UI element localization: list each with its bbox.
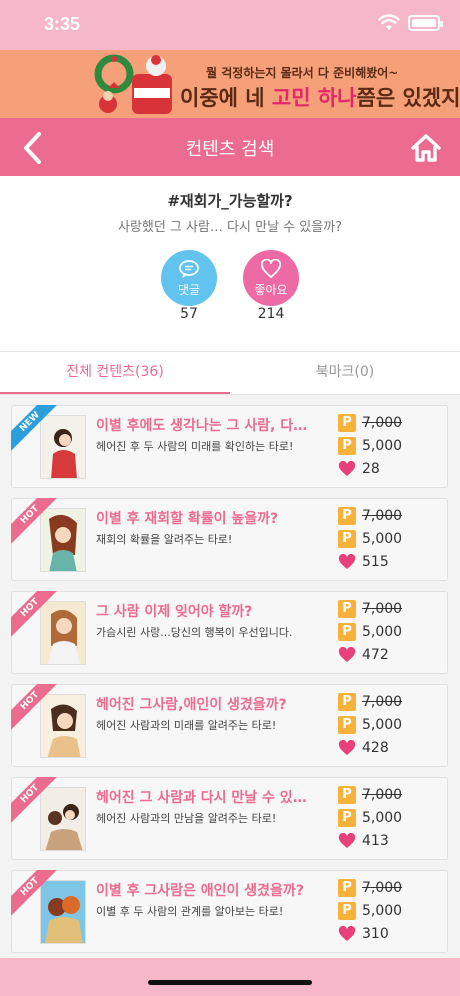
point-icon: P bbox=[338, 529, 356, 548]
sale-price: 5,000 bbox=[362, 530, 403, 547]
item-description: 헤어진 사람과의 미래를 알려주는 타로! bbox=[96, 719, 277, 732]
point-icon: P bbox=[338, 785, 356, 804]
point-icon: P bbox=[338, 506, 356, 525]
banner-tagline: 뭘 걱정하는지 몰라서 다 준비해봤어~ bbox=[206, 66, 399, 80]
hot-badge: HOT bbox=[11, 777, 57, 823]
point-icon: P bbox=[338, 599, 356, 618]
comment-button[interactable]: 댓글 bbox=[161, 250, 217, 306]
hot-badge: HOT bbox=[11, 591, 57, 637]
content-list: NEW 이별 후에도 생각나는 그 사람, 다시… 헤어진 후 두 사람의 미래… bbox=[0, 395, 460, 958]
item-like-count: 28 bbox=[362, 460, 380, 477]
point-icon: P bbox=[338, 436, 356, 455]
item-like-count: 515 bbox=[362, 553, 389, 570]
bottom-bar bbox=[0, 958, 460, 996]
like-button[interactable]: 좋아요 bbox=[243, 250, 299, 306]
original-price: 7,000 bbox=[362, 693, 403, 710]
heart-icon bbox=[338, 460, 356, 476]
tab-bookmark[interactable]: 북마크(0) bbox=[230, 352, 460, 394]
item-description: 이별 후 두 사람의 관계를 알아보는 타로! bbox=[96, 905, 284, 918]
item-like-count: 472 bbox=[362, 646, 389, 663]
topic-subtitle: 사랑했던 그 사람… 다시 만날 수 있을까? bbox=[117, 220, 343, 235]
home-icon bbox=[411, 134, 441, 162]
item-pricing: P 7,000 P 5,000 28 bbox=[338, 411, 438, 480]
comment-label: 댓글 bbox=[177, 282, 201, 297]
topic-header: #재회가_가능할까? 사랑했던 그 사람… 다시 만날 수 있을까? 댓글 57… bbox=[0, 176, 460, 351]
item-pricing: P 7,000 P 5,000 515 bbox=[338, 504, 438, 573]
list-item[interactable]: HOT 이별 후 재회할 확률이 높을까? 재회의 확률을 알려주는 타로! P… bbox=[11, 498, 448, 581]
sale-price: 5,000 bbox=[362, 437, 403, 454]
hot-badge: HOT bbox=[11, 498, 57, 544]
sale-price: 5,000 bbox=[362, 716, 403, 733]
heart-icon bbox=[338, 739, 356, 755]
item-title: 헤어진 그사람,애인이 생겼을까? bbox=[96, 697, 287, 713]
new-badge: NEW bbox=[11, 405, 57, 451]
list-item[interactable]: NEW 이별 후에도 생각나는 그 사람, 다시… 헤어진 후 두 사람의 미래… bbox=[11, 405, 448, 488]
original-price: 7,000 bbox=[362, 507, 403, 524]
tab-all-contents[interactable]: 전체 컨텐츠(36) bbox=[0, 352, 230, 394]
item-title: 그 사람 이제 잊어야 할까? bbox=[96, 604, 253, 620]
page-title: 컨텐츠 검색 bbox=[185, 139, 275, 160]
heart-icon bbox=[338, 925, 356, 941]
point-icon: P bbox=[338, 808, 356, 827]
topic-hashtag: #재회가_가능할까? bbox=[167, 192, 293, 210]
nav-bar: 컨텐츠 검색 bbox=[0, 118, 460, 176]
sale-price: 5,000 bbox=[362, 902, 403, 919]
list-item[interactable]: HOT 이별 후 그사람은 애인이 생겼을까? 이별 후 두 사람의 관계를 알… bbox=[11, 870, 448, 953]
original-price: 7,000 bbox=[362, 879, 403, 896]
battery-icon bbox=[408, 15, 443, 31]
list-item[interactable]: HOT 헤어진 그사람,애인이 생겼을까? 헤어진 사람과의 미래를 알려주는 … bbox=[11, 684, 448, 767]
point-icon: P bbox=[338, 715, 356, 734]
christmas-illustration bbox=[94, 54, 172, 114]
point-icon: P bbox=[338, 413, 356, 432]
status-time: 3:35 bbox=[44, 14, 81, 34]
original-price: 7,000 bbox=[362, 600, 403, 617]
like-label: 좋아요 bbox=[254, 282, 288, 297]
status-icons bbox=[378, 14, 443, 32]
home-indicator[interactable] bbox=[148, 980, 312, 985]
item-title: 이별 후에도 생각나는 그 사람, 다시… bbox=[96, 418, 318, 434]
sale-price: 5,000 bbox=[362, 809, 403, 826]
original-price: 7,000 bbox=[362, 786, 403, 803]
point-icon: P bbox=[338, 622, 356, 641]
item-title: 헤어진 그 사람과 다시 만날 수 있을… bbox=[96, 790, 318, 806]
heart-outline-icon bbox=[261, 258, 281, 278]
item-like-count: 310 bbox=[362, 925, 389, 942]
original-price: 7,000 bbox=[362, 414, 403, 431]
hot-badge: HOT bbox=[11, 870, 57, 916]
item-like-count: 413 bbox=[362, 832, 389, 849]
heart-icon bbox=[338, 832, 356, 848]
hot-badge: HOT bbox=[11, 684, 57, 730]
item-description: 헤어진 후 두 사람의 미래를 확인하는 타로! bbox=[96, 440, 294, 453]
list-item[interactable]: HOT 그 사람 이제 잊어야 할까? 가슴시린 사랑...당신의 행복이 우선… bbox=[11, 591, 448, 674]
point-icon: P bbox=[338, 878, 356, 897]
item-pricing: P 7,000 P 5,000 428 bbox=[338, 690, 438, 759]
wifi-icon bbox=[378, 14, 400, 30]
heart-icon bbox=[338, 553, 356, 569]
point-icon: P bbox=[338, 901, 356, 920]
home-button[interactable] bbox=[406, 128, 446, 168]
item-description: 헤어진 사람과의 만남을 알려주는 타로! bbox=[96, 812, 277, 825]
item-like-count: 428 bbox=[362, 739, 389, 756]
item-pricing: P 7,000 P 5,000 472 bbox=[338, 597, 438, 666]
speech-bubble-icon bbox=[179, 259, 199, 278]
sale-price: 5,000 bbox=[362, 623, 403, 640]
status-bar: 3:35 bbox=[0, 0, 460, 50]
banner-headline: 이중에 네 고민 하나쯤은 있겠지! bbox=[180, 86, 460, 110]
like-count: 214 bbox=[257, 306, 285, 322]
content-tabs: 전체 컨텐츠(36) 북마크(0) bbox=[0, 351, 460, 395]
item-pricing: P 7,000 P 5,000 413 bbox=[338, 783, 438, 852]
item-title: 이별 후 재회할 확률이 높을까? bbox=[96, 511, 279, 527]
list-item[interactable]: HOT 헤어진 그 사람과 다시 만날 수 있을… 헤어진 사람과의 만남을 알… bbox=[11, 777, 448, 860]
item-title: 이별 후 그사람은 애인이 생겼을까? bbox=[96, 883, 304, 899]
item-description: 가슴시린 사랑...당신의 행복이 우선입니다. bbox=[96, 626, 293, 639]
item-description: 재회의 확률을 알려주는 타로! bbox=[96, 533, 233, 546]
comment-count: 57 bbox=[180, 306, 198, 322]
item-pricing: P 7,000 P 5,000 310 bbox=[338, 876, 438, 945]
heart-icon bbox=[338, 646, 356, 662]
promo-banner[interactable]: 뭘 걱정하는지 몰라서 다 준비해봤어~ 이중에 네 고민 하나쯤은 있겠지! bbox=[0, 50, 460, 118]
point-icon: P bbox=[338, 692, 356, 711]
